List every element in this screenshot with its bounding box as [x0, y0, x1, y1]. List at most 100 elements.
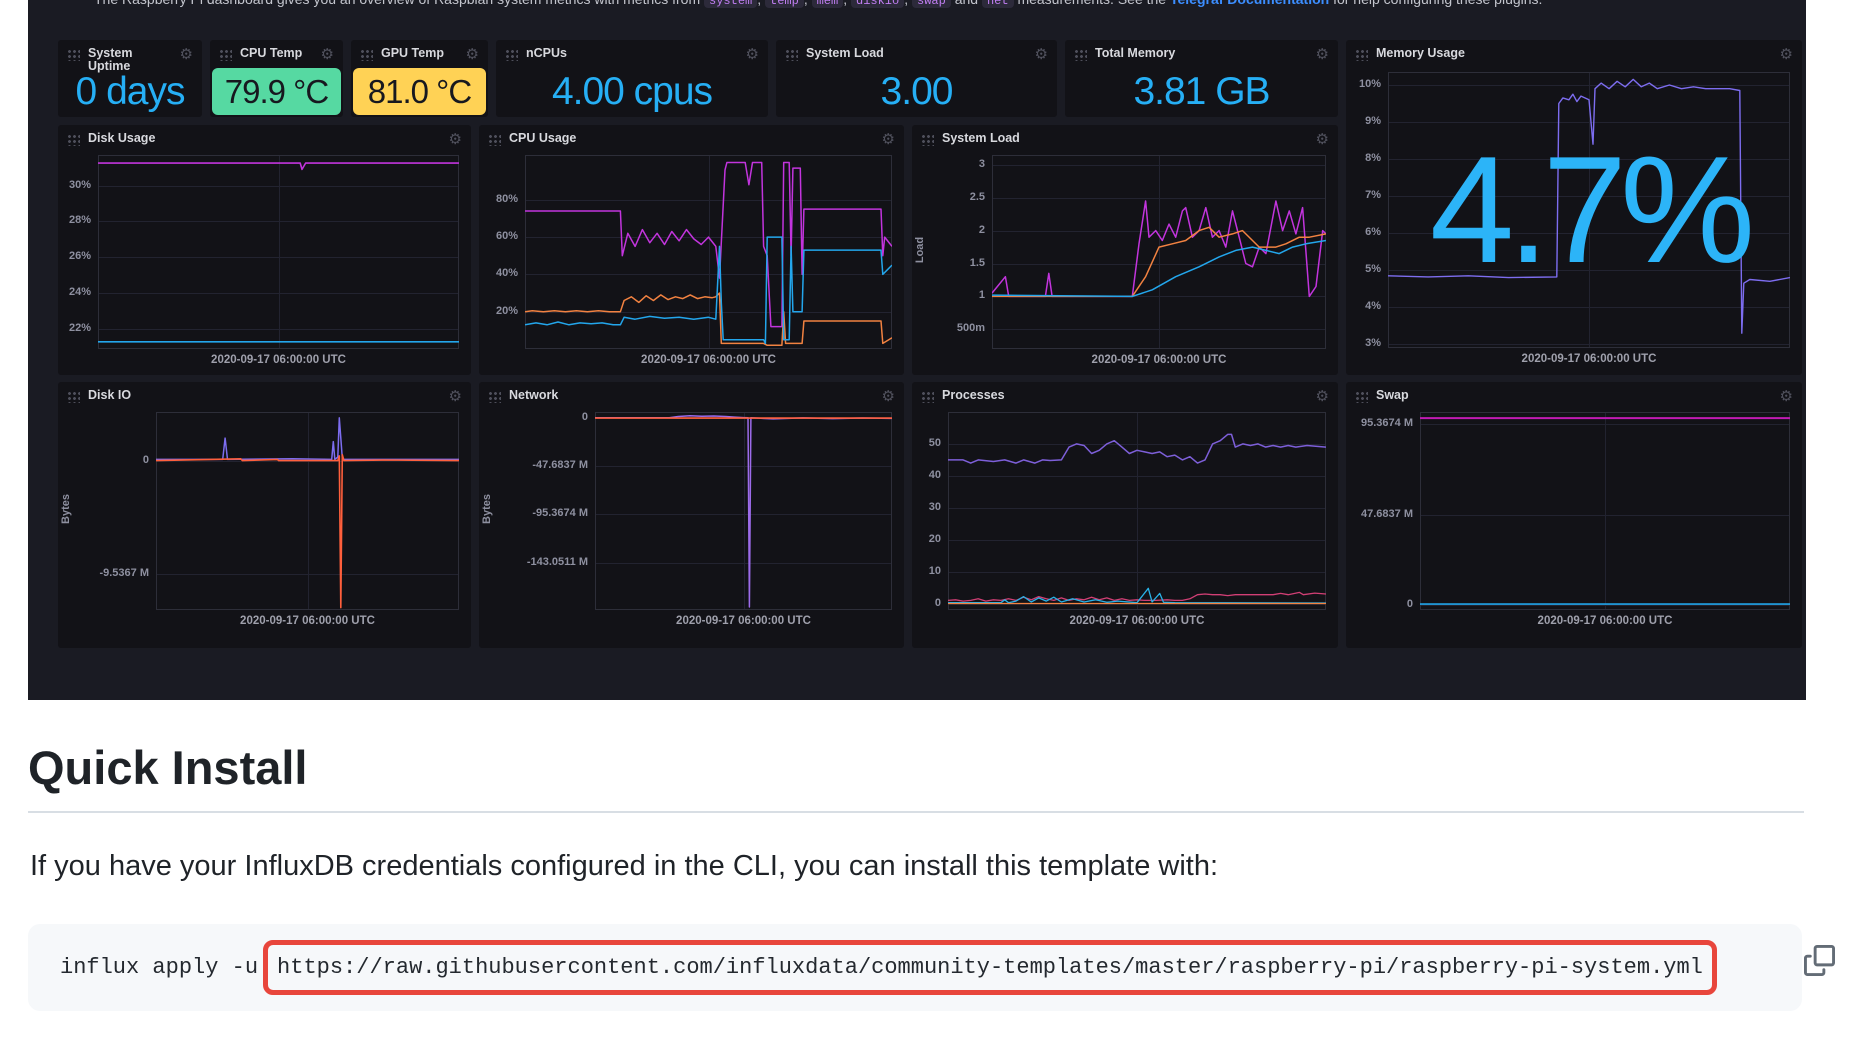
chart-memory-usage[interactable] [1388, 72, 1790, 348]
gear-icon[interactable]: ⚙ [321, 46, 334, 64]
drag-handle-icon[interactable] [1074, 49, 1087, 61]
y-axis-label: Bytes [481, 489, 493, 529]
install-instructions: If you have your InfluxDB credentials co… [30, 850, 1730, 883]
stat-value: 81.0 °C [353, 68, 486, 115]
code-command: influx apply -u [60, 955, 258, 980]
annotation-box: https://raw.githubusercontent.com/influx… [263, 940, 1717, 995]
intro-text-segment: , [843, 0, 851, 7]
y-axis-label: Bytes [60, 489, 72, 529]
axis-tick-label: 500m [912, 322, 985, 334]
stat-value: 4.00 cpus [496, 66, 768, 117]
gear-icon[interactable]: ⚙ [882, 131, 895, 149]
axis-tick-label: 3 [912, 158, 985, 170]
gear-icon[interactable]: ⚙ [466, 46, 479, 64]
x-axis-label: 2020-09-17 06:00:00 UTC [98, 354, 459, 366]
axis-tick-label: -95.3674 M [479, 507, 588, 519]
axis-tick-label: 1 [912, 289, 985, 301]
telegraf-docs-link[interactable]: Telegraf Documentation [1170, 0, 1329, 7]
x-axis-label: 2020-09-17 06:00:00 UTC [992, 354, 1326, 366]
drag-handle-icon[interactable] [488, 134, 501, 146]
code-url: https://raw.githubusercontent.com/influx… [277, 955, 1703, 980]
stat-value: 0 days [58, 66, 202, 117]
panel-title: CPU Temp [240, 47, 313, 60]
axis-tick-label: 2.5 [912, 191, 985, 203]
gear-icon[interactable]: ⚙ [449, 388, 462, 406]
drag-handle-icon[interactable] [67, 49, 80, 61]
copy-button[interactable] [1802, 945, 1836, 979]
panel-header: Processes ⚙ [912, 382, 1338, 412]
axis-tick-label: 6% [1346, 226, 1381, 238]
panel-title: Processes [942, 389, 1308, 402]
drag-handle-icon[interactable] [67, 134, 80, 146]
chart-disk-usage[interactable] [98, 155, 459, 349]
x-axis-label: 2020-09-17 06:00:00 UTC [948, 615, 1326, 627]
panel-cpu-temp: CPU Temp⚙79.9 °C [210, 40, 343, 117]
x-axis-label: 2020-09-17 06:00:00 UTC [595, 615, 892, 627]
gear-icon[interactable]: ⚙ [1316, 388, 1329, 406]
drag-handle-icon[interactable] [67, 391, 80, 403]
panel-title: Total Memory [1095, 47, 1308, 60]
panel-header: Swap⚙ [1346, 382, 1802, 412]
axis-tick-label: 47.6837 M [1346, 508, 1413, 520]
gear-icon[interactable]: ⚙ [180, 46, 193, 64]
gear-icon[interactable]: ⚙ [1316, 46, 1329, 64]
axis-tick-label: 60% [479, 230, 518, 242]
drag-handle-icon[interactable] [488, 391, 501, 403]
gear-icon[interactable]: ⚙ [449, 131, 462, 149]
panel-header: Memory Usage⚙ [1346, 40, 1802, 70]
dashboard-screenshot: The Raspberry Pi dashboard gives you an … [28, 0, 1806, 700]
drag-handle-icon[interactable] [921, 391, 934, 403]
drag-handle-icon[interactable] [505, 49, 518, 61]
chart-system-load[interactable] [992, 155, 1326, 349]
chart-cpu-usage[interactable] [525, 155, 892, 349]
gear-icon[interactable]: ⚙ [746, 46, 759, 64]
y-axis-label: Load [914, 230, 926, 270]
axis-tick-label: 95.3674 M [1346, 417, 1413, 429]
panel-header: Disk Usage ⚙ [58, 125, 471, 155]
gear-icon[interactable]: ⚙ [1035, 46, 1048, 64]
chart-processes[interactable] [948, 412, 1326, 610]
panel-header: CPU Usage ⚙ [479, 125, 904, 155]
x-axis-label: 2020-09-17 06:00:00 UTC [525, 354, 892, 366]
panel-title: nCPUs [526, 47, 738, 60]
panel-header: Network⚙ [479, 382, 904, 412]
panel-system-load: System Load⚙32.521.51500mLoad2020-09-17 … [912, 125, 1338, 375]
gear-icon[interactable]: ⚙ [1780, 46, 1793, 64]
panel-title: System Load [806, 47, 1027, 60]
panel-title: Disk Usage [88, 132, 441, 145]
axis-tick-label: 4% [1346, 300, 1381, 312]
drag-handle-icon[interactable] [360, 49, 373, 61]
chart-disk-io[interactable] [156, 412, 459, 610]
axis-tick-label: 30 [912, 501, 941, 513]
code-block[interactable]: influx apply -u https://raw.githubusercon… [28, 924, 1802, 1011]
axis-tick-label: 24% [58, 286, 91, 298]
quick-install-heading: Quick Install [28, 740, 1804, 813]
x-axis-label: 2020-09-17 06:00:00 UTC [156, 615, 459, 627]
panel-disk-usage: Disk Usage⚙30%28%26%24%22%2020-09-17 06:… [58, 125, 471, 375]
drag-handle-icon[interactable] [1355, 49, 1368, 61]
intro-text-segment: for help configuring these plugins. [1329, 0, 1542, 7]
panel-network: Network⚙0-47.6837 M-95.3674 M-143.0511 M… [479, 382, 904, 648]
chart-swap[interactable] [1420, 412, 1790, 610]
panel-title: CPU Usage [509, 132, 874, 145]
panel-swap: Swap⚙95.3674 M47.6837 M02020-09-17 06:00… [1346, 382, 1802, 648]
code-chip: swap [912, 0, 951, 8]
dashboard-intro-text: The Raspberry Pi dashboard gives you an … [94, 0, 1754, 10]
axis-tick-label: 5% [1346, 263, 1381, 275]
drag-handle-icon[interactable] [1355, 391, 1368, 403]
drag-handle-icon[interactable] [921, 134, 934, 146]
panel-memory-usage: Memory Usage⚙10%9%8%7%6%5%4%3%2020-09-17… [1346, 40, 1802, 375]
code-chip: temp [765, 0, 804, 8]
chart-network[interactable] [595, 412, 892, 610]
panel-disk-io: Disk IO⚙0-9.5367 MBytes2020-09-17 06:00:… [58, 382, 471, 648]
intro-text-segment: , [804, 0, 812, 7]
gear-icon[interactable]: ⚙ [882, 388, 895, 406]
gear-icon[interactable]: ⚙ [1780, 388, 1793, 406]
axis-tick-label: -47.6837 M [479, 459, 588, 471]
drag-handle-icon[interactable] [219, 49, 232, 61]
copy-icon [1804, 964, 1835, 979]
axis-tick-label: 7% [1346, 189, 1381, 201]
axis-tick-label: -9.5367 M [58, 567, 149, 579]
drag-handle-icon[interactable] [785, 49, 798, 61]
gear-icon[interactable]: ⚙ [1316, 131, 1329, 149]
